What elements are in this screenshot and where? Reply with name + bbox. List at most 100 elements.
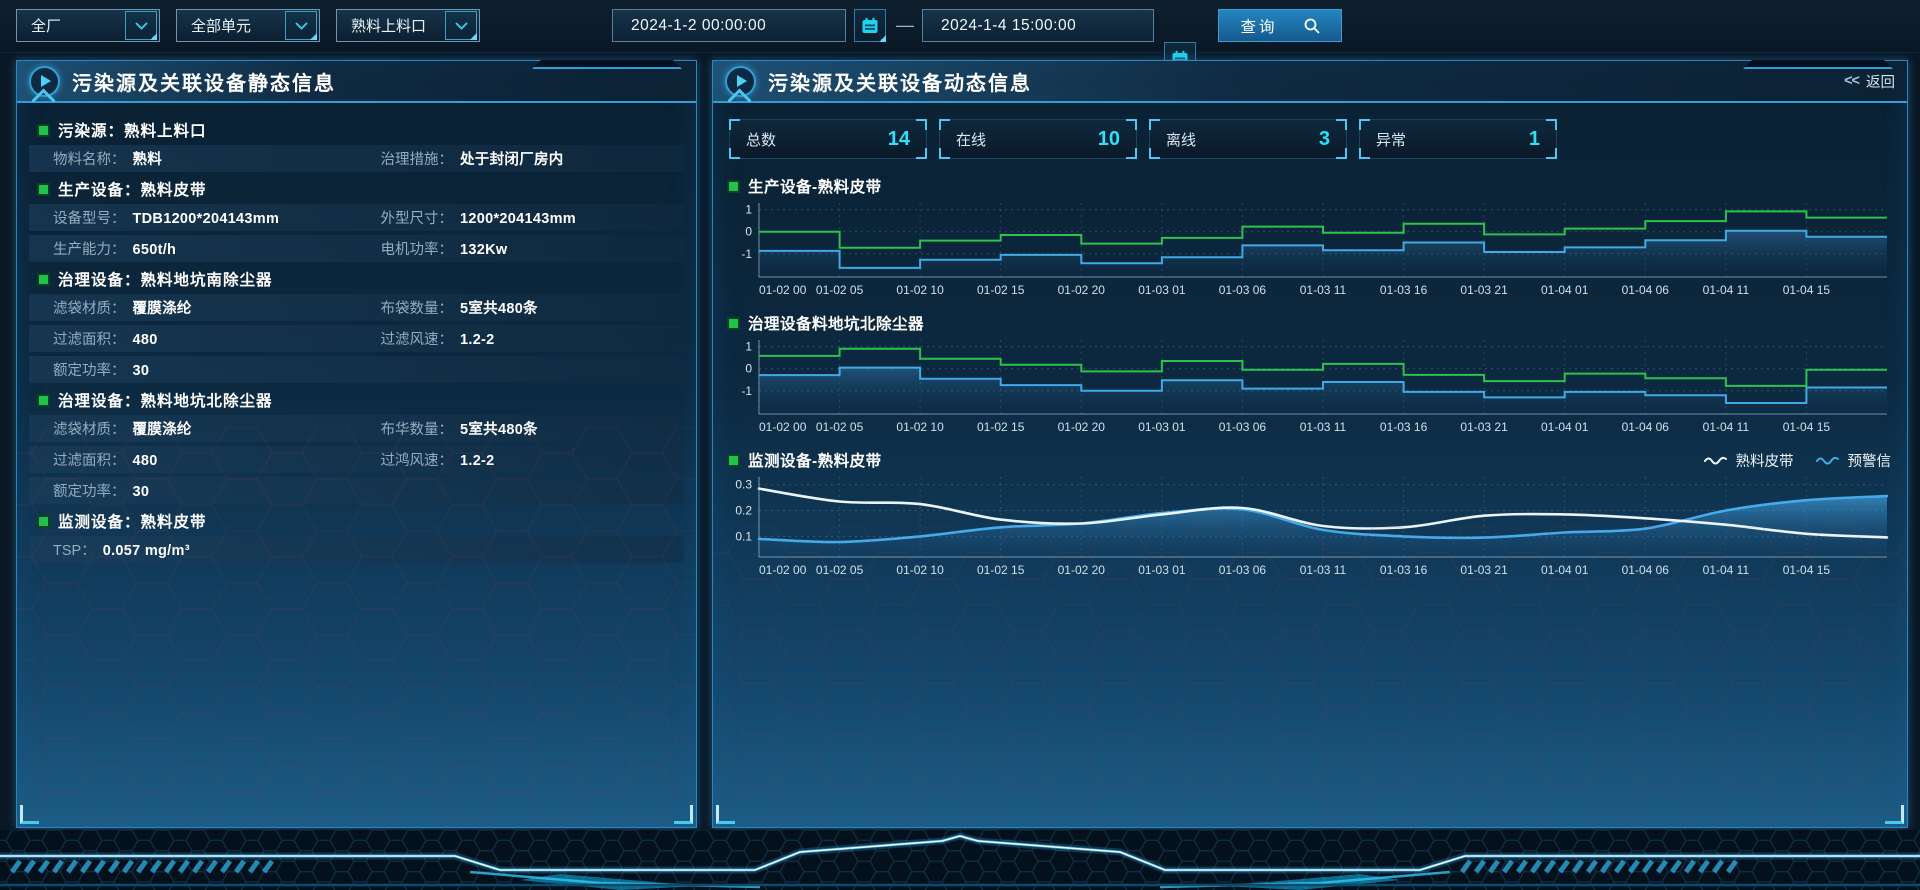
data-cell: 电机功率：132Kw (357, 238, 685, 259)
svg-text:01-02 15: 01-02 15 (977, 283, 1025, 297)
section-row-label: 监测设备：熟料皮带 (58, 510, 207, 532)
svg-text:01-03 06: 01-03 06 (1219, 283, 1267, 297)
svg-text:01-04 15: 01-04 15 (1783, 283, 1831, 297)
data-row: 物料名称：熟料治理措施：处于封闭厂房内 (29, 145, 684, 172)
search-button[interactable]: 查询 (1218, 9, 1342, 42)
back-button[interactable]: << 返回 (1844, 71, 1895, 92)
data-cell: 滤袋材质：覆膜涤纶 (29, 418, 357, 439)
search-icon (1304, 18, 1320, 34)
unit-select[interactable]: 全部单元 (176, 9, 320, 42)
green-square-bullet (39, 275, 48, 284)
section-row: 治理设备：熟料地坑南除尘器 (27, 266, 686, 292)
end-date-value: 2024-1-4 15:00:00 (923, 17, 1076, 35)
field-label: 过滤风速： (381, 328, 454, 349)
data-cell: 治理措施：处于封闭厂房内 (357, 148, 685, 169)
data-cell: 额定功率：30 (29, 480, 357, 501)
chart-plot: 0.30.20.101-02 0001-02 0501-02 1001-02 1… (729, 471, 1893, 579)
svg-text:-1: -1 (741, 247, 752, 261)
card-corner-bracket (1336, 119, 1347, 130)
section-row: 监测设备：熟料皮带 (27, 508, 686, 534)
charts-area: 生产设备-熟料皮带10-101-02 0001-02 0501-02 1001-… (713, 175, 1907, 579)
svg-text:01-04 15: 01-04 15 (1783, 563, 1831, 577)
data-cell: 设备型号：TDB1200*204143mm (29, 207, 357, 228)
card-corner-bracket (1126, 119, 1137, 130)
data-cell: 滤袋材质： 覆膜涤纶 (29, 297, 357, 318)
svg-text:01-02 00: 01-02 00 (759, 563, 807, 577)
field-value: 650t/h (133, 242, 177, 258)
chart-title-row: 生产设备-熟料皮带 (729, 175, 1891, 197)
status-card-value: 14 (888, 128, 910, 151)
svg-text:01-04 11: 01-04 11 (1703, 283, 1750, 297)
card-corner-bracket (1359, 148, 1370, 159)
card-corner-bracket (1336, 148, 1347, 159)
field-value: 1.2-2 (460, 453, 495, 469)
svg-text:01-02 15: 01-02 15 (977, 420, 1025, 434)
data-cell: 物料名称：熟料 (29, 148, 357, 169)
calendar-icon[interactable] (854, 9, 886, 42)
svg-text:01-03 21: 01-03 21 (1460, 420, 1508, 434)
footer-tech-lines (0, 830, 1920, 890)
field-value: 480 (133, 453, 158, 469)
panel-corner-decoration (20, 805, 39, 824)
field-value: 5室共480条 (460, 297, 538, 318)
svg-text:01-03 16: 01-03 16 (1380, 563, 1428, 577)
svg-text:01-02 10: 01-02 10 (896, 283, 944, 297)
unit-select-value: 全部单元 (177, 15, 285, 36)
card-corner-bracket (1359, 119, 1370, 130)
data-row: 过滤面积：480过鸿风速：1.2-2 (29, 446, 684, 473)
svg-text:01-03 11: 01-03 11 (1300, 283, 1347, 297)
chevron-down-icon[interactable] (285, 11, 317, 40)
svg-text:01-04 01: 01-04 01 (1541, 283, 1589, 297)
panel-corner-decoration (716, 805, 735, 824)
field-label: 外型尺寸： (381, 207, 454, 228)
data-cell: TSP：0.057 mg/m³ (29, 539, 357, 560)
end-date-input[interactable]: 2024-1-4 15:00:00 (922, 9, 1154, 42)
panel-corner-decoration (674, 805, 693, 824)
status-card: 在线10 (939, 119, 1137, 159)
field-label: 滤袋材质： (53, 297, 126, 318)
status-card-label: 在线 (956, 129, 986, 150)
dynamic-panel-header: 污染源及关联设备动态信息 << 返回 (713, 61, 1907, 103)
chevron-down-icon[interactable] (125, 11, 157, 40)
section-row: 污染源：熟料上料口 (27, 117, 686, 143)
svg-text:1: 1 (745, 340, 752, 354)
field-label: 电机功率： (381, 238, 454, 259)
field-value: 熟料 (133, 148, 163, 169)
legend-label: 预警信 (1848, 450, 1892, 471)
card-corner-bracket (939, 119, 950, 130)
svg-text:01-02 10: 01-02 10 (896, 563, 944, 577)
card-corner-bracket (1546, 119, 1557, 130)
green-square-bullet (39, 396, 48, 405)
static-panel-header: 污染源及关联设备静态信息 (17, 61, 696, 103)
plant-select[interactable]: 全厂 (16, 9, 160, 42)
source-select-value: 熟料上料口 (337, 15, 445, 36)
field-label: 额定功率： (53, 359, 126, 380)
static-panel-title: 污染源及关联设备静态信息 (72, 67, 336, 96)
section-row-label: 治理设备：熟料地坑南除尘器 (58, 268, 273, 290)
card-corner-bracket (916, 148, 927, 159)
svg-text:01-04 06: 01-04 06 (1622, 283, 1670, 297)
chart-title-row: 监测设备-熟料皮带 熟料皮带 预警信 (729, 449, 1891, 471)
wave-line-icon (1816, 455, 1840, 465)
source-select[interactable]: 熟料上料口 (336, 9, 480, 42)
date-range-separator: — (894, 9, 916, 42)
start-date-input[interactable]: 2024-1-2 00:00:00 (612, 9, 846, 42)
field-label: 布袋数量： (381, 297, 454, 318)
svg-text:01-04 15: 01-04 15 (1783, 420, 1831, 434)
legend-label: 熟料皮带 (1736, 450, 1794, 471)
green-square-bullet (729, 182, 738, 191)
svg-text:01-04 01: 01-04 01 (1541, 420, 1589, 434)
data-cell: 过滤面积：480 (29, 328, 357, 349)
svg-text:0.1: 0.1 (735, 529, 752, 543)
plant-select-value: 全厂 (17, 15, 125, 36)
svg-text:01-04 01: 01-04 01 (1541, 563, 1589, 577)
svg-text:01-04 06: 01-04 06 (1622, 420, 1670, 434)
field-value: 覆膜涤纶 (133, 297, 192, 318)
chart-title: 监测设备-熟料皮带 (748, 449, 882, 471)
svg-text:01-02 00: 01-02 00 (759, 420, 807, 434)
chevron-down-icon[interactable] (445, 11, 477, 40)
back-button-label: 返回 (1866, 71, 1895, 92)
data-row: TSP：0.057 mg/m³ (29, 536, 684, 563)
data-cell: 布华数量：5室共480条 (357, 418, 685, 439)
status-card-label: 异常 (1376, 129, 1406, 150)
